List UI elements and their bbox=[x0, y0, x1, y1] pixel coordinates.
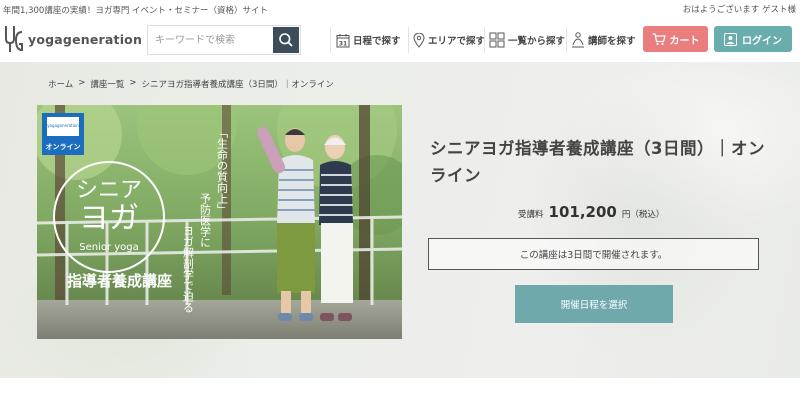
course-title: シニアヨガ指導者養成講座（3日間）｜オンライン bbox=[430, 139, 765, 185]
image-vertical-text-1: 「生命の質向上」 bbox=[216, 127, 229, 215]
nav-item-list[interactable]: 一覧から探す bbox=[489, 25, 565, 55]
notice-text: この講座は3日間で開催されます。 bbox=[519, 250, 668, 261]
image-vertical-text-2: 予防医学に bbox=[199, 193, 212, 248]
top-bar: 年間1,300講座の実績！ヨガ専門 イベント・セミナー（資格）サイト おはようご… bbox=[0, 0, 800, 18]
logo-text: yogageneration bbox=[28, 31, 143, 47]
cart-button[interactable]: カート bbox=[643, 26, 708, 52]
course-image: シニア ヨガ Senior yoga 指導者養成講座 「生命の質向上」 予防医学… bbox=[37, 105, 402, 339]
user-icon bbox=[724, 32, 737, 46]
image-subtitle: Senior yoga bbox=[79, 242, 139, 253]
search-input[interactable] bbox=[148, 26, 272, 54]
nav-divider bbox=[566, 27, 567, 53]
online-badge: yogageneration オンライン bbox=[42, 113, 84, 155]
image-course-name: 指導者養成講座 bbox=[67, 272, 172, 290]
course-hero: ホーム > 講座一覧 > シニアヨガ指導者養成講座（3日間）｜オンライン シニア… bbox=[0, 62, 800, 378]
instructor-icon bbox=[571, 32, 585, 48]
nav-label-area: エリアで探す bbox=[428, 36, 486, 47]
nav-label-schedule: 日程で探す bbox=[353, 36, 401, 47]
search-button[interactable] bbox=[273, 27, 299, 53]
breadcrumb-current: シニアヨガ指導者養成講座（3日間）｜オンライン bbox=[141, 80, 334, 90]
site-logo[interactable]: yogageneration bbox=[3, 24, 142, 54]
nav-label-list: 一覧から探す bbox=[508, 36, 566, 47]
logo-mark-icon bbox=[5, 26, 23, 52]
breadcrumb-separator: > bbox=[78, 78, 86, 88]
cart-icon bbox=[652, 32, 666, 45]
nav-divider bbox=[484, 27, 485, 53]
nav-item-instructor[interactable]: 講師を探す bbox=[571, 25, 636, 55]
course-price: 受講料 101,200 円（税込） bbox=[518, 203, 664, 221]
breadcrumb: ホーム > 講座一覧 > シニアヨガ指導者養成講座（3日間）｜オンライン bbox=[48, 78, 334, 90]
cart-label: カート bbox=[669, 35, 700, 47]
breadcrumb-course-list[interactable]: 講座一覧 bbox=[90, 78, 124, 90]
search-icon bbox=[279, 33, 293, 47]
svg-text:31: 31 bbox=[339, 40, 347, 47]
select-schedule-label: 開催日程を選択 bbox=[560, 300, 628, 311]
course-duration-notice: この講座は3日間で開催されます。 bbox=[428, 238, 759, 270]
map-pin-icon bbox=[413, 32, 425, 48]
price-unit: 円（税込） bbox=[621, 210, 665, 220]
nav-divider bbox=[408, 27, 409, 53]
site-tagline: 年間1,300講座の実績！ヨガ専門 イベント・セミナー（資格）サイト bbox=[3, 6, 269, 16]
image-title-line1: シニア bbox=[76, 178, 142, 203]
nav-divider bbox=[330, 27, 331, 53]
course-photo: シニア ヨガ Senior yoga 指導者養成講座 「生命の質向上」 予防医学… bbox=[37, 105, 402, 339]
image-title-line2: ヨガ bbox=[79, 201, 139, 236]
nav-item-schedule[interactable]: 31 日程で探す bbox=[336, 25, 401, 55]
site-header: yogageneration 31 日程で探す bbox=[0, 18, 800, 62]
badge-online-label: オンライン bbox=[46, 143, 81, 151]
badge-brand-text: yogageneration bbox=[47, 123, 79, 128]
breadcrumb-separator: > bbox=[129, 78, 137, 88]
price-value: 101,200 bbox=[548, 203, 617, 221]
login-button[interactable]: ログイン bbox=[714, 26, 792, 52]
calendar-icon: 31 bbox=[336, 33, 350, 48]
breadcrumb-home[interactable]: ホーム bbox=[48, 78, 73, 90]
grid-icon bbox=[489, 32, 505, 48]
login-label: ログイン bbox=[742, 35, 782, 47]
image-vertical-text-3: ヨガ解剖学で迫る bbox=[182, 225, 195, 313]
user-greeting: おはようございます ゲスト様 bbox=[682, 5, 796, 15]
select-schedule-button[interactable]: 開催日程を選択 bbox=[515, 285, 673, 323]
nav-label-instructor: 講師を探す bbox=[588, 36, 636, 47]
nav-item-area[interactable]: エリアで探す bbox=[413, 25, 485, 55]
price-label: 受講料 bbox=[518, 210, 544, 220]
search-box bbox=[147, 25, 301, 55]
